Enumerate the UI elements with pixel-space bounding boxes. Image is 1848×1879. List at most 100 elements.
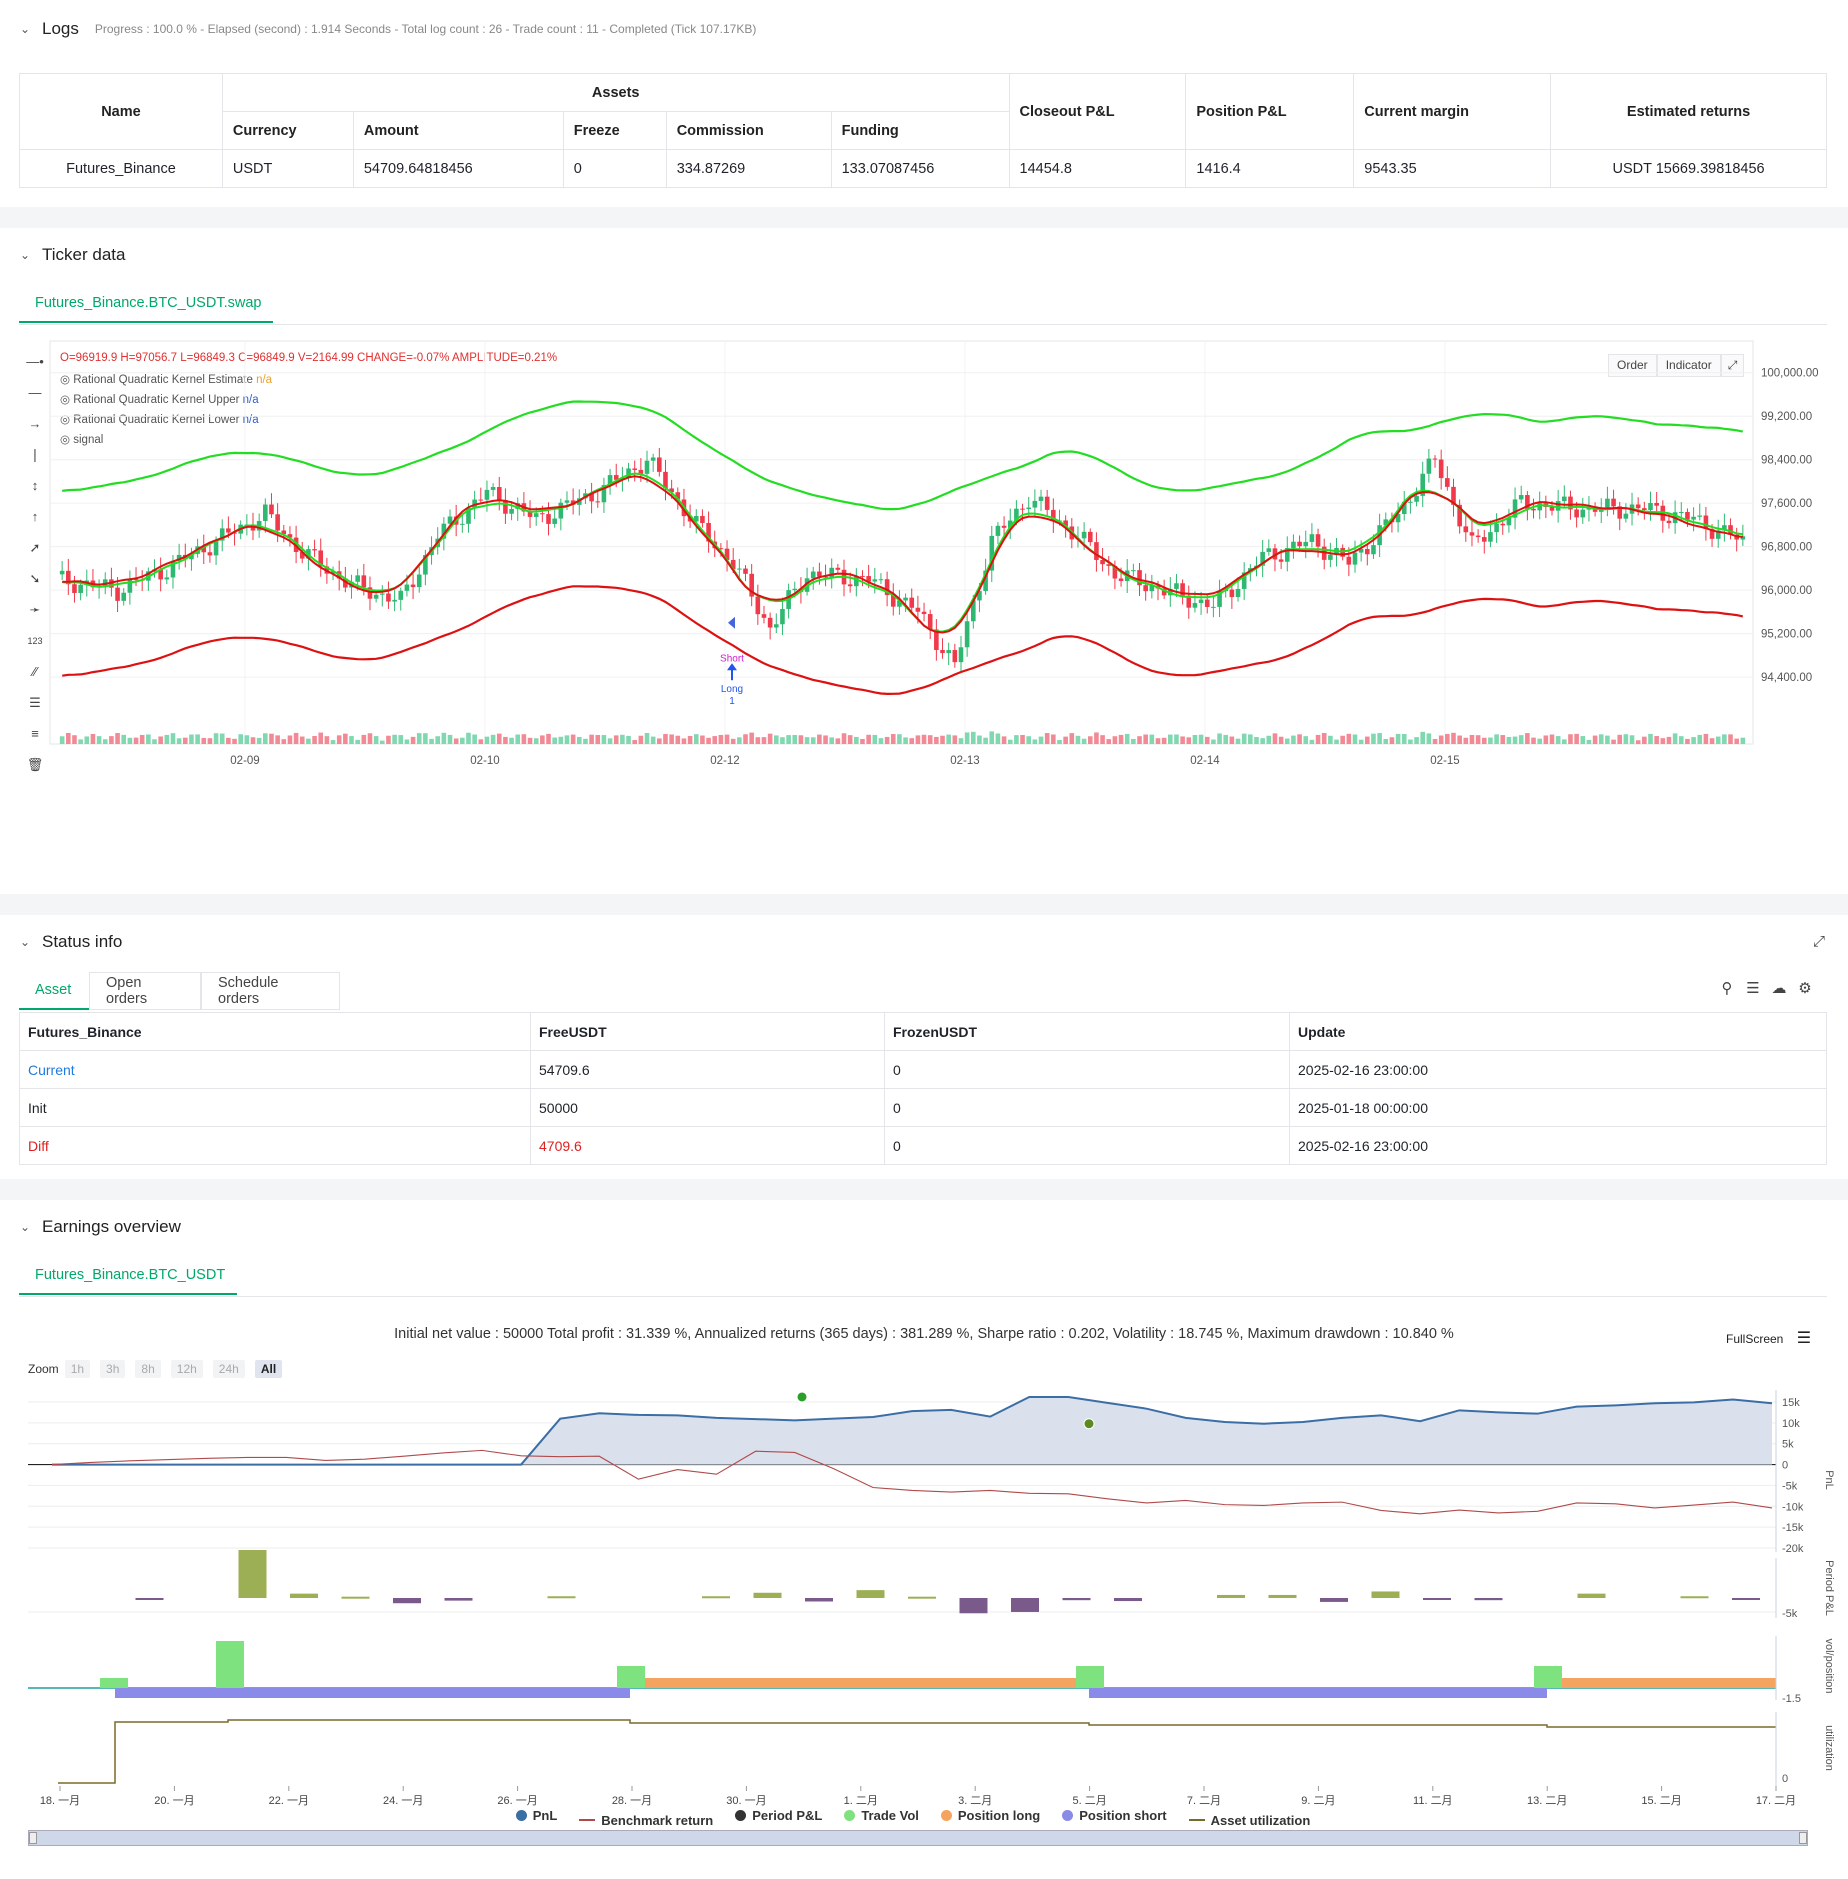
eye-icon[interactable]: ◎ — [60, 414, 70, 426]
earnings-chart[interactable]: 15k 10k 5k 0 -5k -10k -15k -20k PnL -5k Period P&L… — [0, 1200, 1848, 1879]
tab-ticker-symbol[interactable]: Futures_Binance.BTC_USDT.swap — [19, 285, 273, 323]
fullscreen-button[interactable]: FullScreen ☰ — [1726, 1328, 1811, 1348]
trash-icon[interactable]: 🗑 — [26, 756, 44, 774]
volume-bar — [1001, 736, 1007, 744]
navigator-scrollbar[interactable] — [28, 1830, 1808, 1846]
candle — [675, 492, 681, 500]
legend-item[interactable]: Asset utilization — [1188, 1813, 1310, 1828]
fib-icon[interactable]: ☰ — [26, 694, 44, 712]
legend-marker — [1062, 1810, 1074, 1821]
scroll-handle-left[interactable] — [29, 1832, 37, 1844]
indicator-button[interactable]: Indicator — [1656, 354, 1721, 377]
eye-icon[interactable]: ◎ — [60, 434, 70, 446]
collapse-icon[interactable]: ⤢ — [1810, 933, 1828, 951]
candle — [940, 649, 945, 654]
volume-bar — [1574, 733, 1579, 744]
expand-icon[interactable]: ⤢ — [1720, 354, 1745, 377]
menu-icon[interactable]: ☰ — [1797, 1330, 1811, 1347]
zoom-8h[interactable]: 8h — [135, 1360, 161, 1378]
extended-line-icon[interactable]: ➛ — [26, 601, 44, 619]
eye-icon[interactable]: ◎ — [60, 394, 70, 406]
volume-bar — [1586, 739, 1592, 744]
crosshair-icon[interactable]: —• — [26, 353, 44, 371]
candle — [767, 617, 773, 628]
indicator-row[interactable]: ◎ Rational Quadratic Kernel Upper n/a — [60, 390, 272, 410]
col-closeout: Closeout P&L — [1008, 73, 1187, 150]
tab-schedule-orders[interactable]: Schedule orders — [201, 972, 340, 1010]
eye-icon[interactable]: ◎ — [60, 374, 70, 386]
volume-bar — [1549, 734, 1555, 744]
chevron-down-icon[interactable]: ⌄ — [18, 935, 32, 949]
list-icon[interactable]: ☰ — [1744, 980, 1762, 998]
candle — [1666, 520, 1672, 524]
volume-bar — [1728, 734, 1733, 744]
scroll-handle-right[interactable] — [1799, 1832, 1807, 1844]
candle — [890, 595, 896, 607]
row-label[interactable]: Current — [19, 1050, 531, 1089]
legend-item[interactable]: Benchmark return — [579, 1813, 713, 1828]
short-marker-label: Short — [720, 654, 744, 665]
zoom-3h[interactable]: 3h — [100, 1360, 126, 1378]
long-marker-count: 1 — [729, 696, 735, 707]
volume-bar — [281, 739, 287, 744]
volume-bar — [1654, 736, 1659, 744]
chevron-down-icon[interactable]: ⌄ — [18, 1220, 32, 1234]
pnl-tick-label: 10k — [1782, 1418, 1800, 1430]
candle — [1401, 501, 1407, 515]
legend-item[interactable]: Position short — [1062, 1808, 1167, 1823]
col-freeze: Freeze — [562, 111, 667, 150]
measure-icon[interactable]: ≡ — [26, 725, 44, 743]
indicator-value: n/a — [242, 414, 259, 426]
ticker-header[interactable]: ⌄ Ticker data — [18, 242, 126, 268]
tab-open-orders[interactable]: Open orders — [89, 972, 201, 1010]
indicator-row[interactable]: ◎ Rational Quadratic Kernel Estimate n/a — [60, 370, 272, 390]
order-button[interactable]: Order — [1608, 354, 1657, 377]
volume-bar — [306, 738, 311, 744]
indicator-row[interactable]: ◎ Rational Quadratic Kernel Lower n/a — [60, 410, 272, 430]
cloud-download-icon[interactable]: ☁ — [1770, 980, 1788, 998]
gear-icon[interactable]: ⚙ — [1796, 980, 1814, 998]
price-line-icon[interactable]: 123 — [26, 632, 44, 650]
indicator-row[interactable]: ◎ signal — [60, 430, 272, 450]
tab-earnings-symbol[interactable]: Futures_Binance.BTC_USDT — [19, 1257, 237, 1295]
tab-asset[interactable]: Asset — [19, 972, 89, 1010]
earnings-header[interactable]: ⌄ Earnings overview — [18, 1214, 181, 1240]
horizontal-ray-icon[interactable]: → — [26, 415, 44, 433]
zoom-12h[interactable]: 12h — [170, 1360, 203, 1378]
volume-bar — [601, 735, 607, 744]
chart-buttons: Order Indicator ⤢ — [1608, 354, 1745, 377]
legend-item[interactable]: Trade Vol — [844, 1808, 919, 1823]
volume-bar — [509, 737, 514, 744]
vertical-segment-icon[interactable]: ↕ — [26, 477, 44, 495]
candlestick-chart[interactable]: 100,000.00 99,200.00 98,400.00 97,600.00 96,… — [0, 228, 1848, 894]
trade-vol-bar — [216, 1641, 244, 1688]
vertical-ray-icon[interactable]: ↑ — [26, 508, 44, 526]
zoom-all[interactable]: All — [254, 1360, 283, 1378]
volume-bar — [626, 735, 631, 744]
candle — [687, 516, 693, 522]
legend-item[interactable]: PnL — [515, 1808, 557, 1823]
zoom-1h[interactable]: 1h — [64, 1360, 91, 1378]
horizontal-line-icon[interactable]: — — [26, 384, 44, 402]
trend-line-icon[interactable]: ➚ — [26, 539, 44, 557]
zoom-bar: Zoom 1h 3h 8h 12h 24h All — [28, 1360, 286, 1378]
volume-bar — [583, 738, 588, 744]
candle — [977, 591, 982, 601]
legend-item[interactable]: Position long — [940, 1808, 1040, 1823]
ticker-panel: ⌄ Ticker data Futures_Binance.BTC_USDT.s… — [0, 228, 1848, 894]
ray-line-icon[interactable]: ➘ — [26, 570, 44, 588]
logs-header[interactable]: ⌄ Logs Progress : 100.0 % - Elapsed (sec… — [18, 16, 756, 42]
chevron-down-icon[interactable]: ⌄ — [18, 22, 32, 36]
search-icon[interactable]: ⚲ — [1718, 980, 1736, 998]
period-bar — [290, 1593, 318, 1598]
candle — [1118, 578, 1124, 582]
chevron-down-icon[interactable]: ⌄ — [18, 248, 32, 262]
vertical-line-icon[interactable]: ❘ — [26, 446, 44, 464]
parallel-channel-icon[interactable]: ∕∕ — [26, 663, 44, 681]
zoom-24h[interactable]: 24h — [212, 1360, 245, 1378]
volume-bar — [1414, 737, 1419, 744]
zoom-label: Zoom — [28, 1362, 59, 1376]
legend-item[interactable]: Period P&L — [735, 1808, 822, 1823]
candle — [287, 534, 293, 538]
status-header[interactable]: ⌄ Status info — [18, 929, 122, 955]
